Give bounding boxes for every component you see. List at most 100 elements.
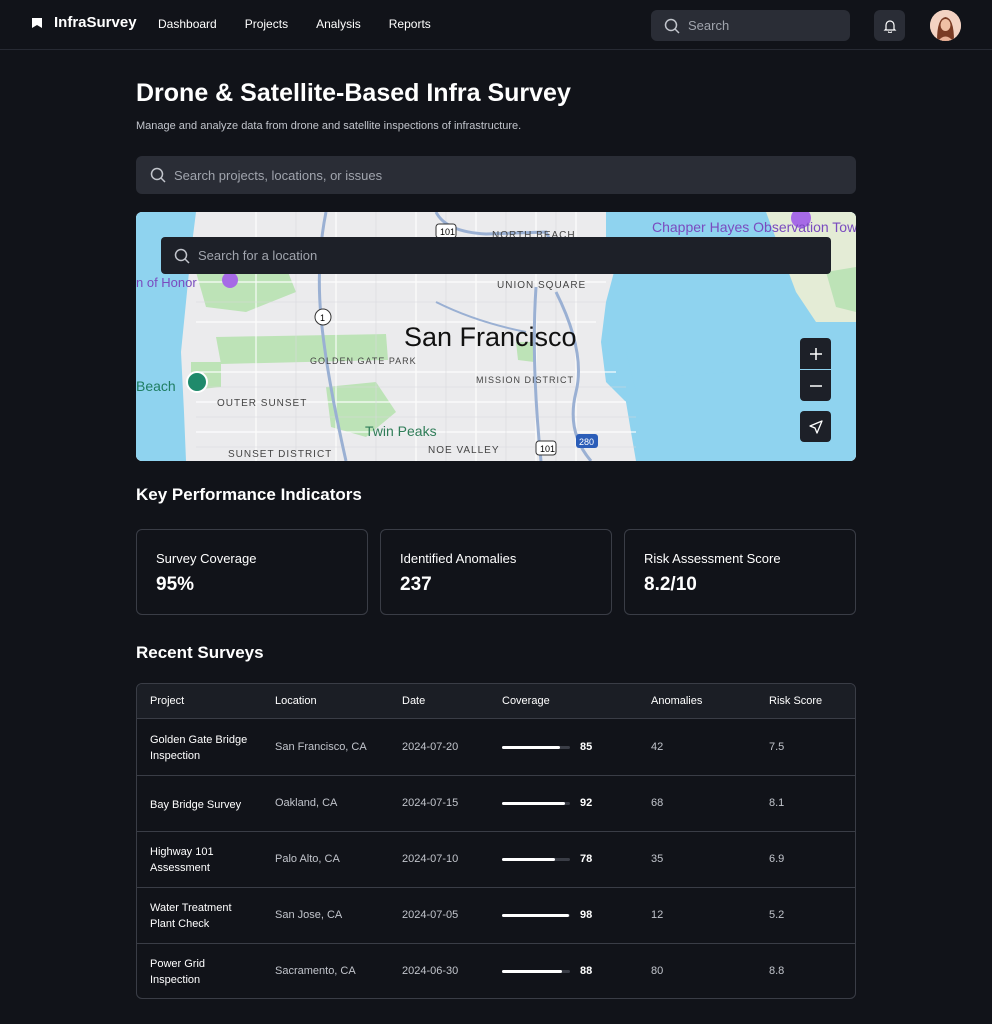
table-row[interactable]: Highway 101 Assessment Palo Alto, CA 202… <box>137 832 855 888</box>
table-row[interactable]: Water Treatment Plant Check San Jose, CA… <box>137 888 855 944</box>
column-header-risk-score[interactable]: Risk Score <box>769 695 822 707</box>
route-101-shield-south: 101 <box>540 444 555 454</box>
coverage-bar-fill <box>502 802 565 805</box>
project-search <box>136 156 856 194</box>
map-label-outer-sunset: OUTER SUNSET <box>217 398 307 409</box>
kpi-value: 95% <box>156 574 195 595</box>
column-header-project[interactable]: Project <box>150 695 184 707</box>
plus-icon <box>809 347 822 360</box>
map-label-noe-valley: NOE VALLEY <box>428 445 500 456</box>
cell-anomalies: 35 <box>651 853 664 865</box>
cell-coverage-value: 98 <box>580 909 593 921</box>
column-header-anomalies[interactable]: Anomalies <box>651 695 702 707</box>
project-search-input[interactable] <box>174 167 814 183</box>
locate-me-button[interactable] <box>800 411 831 442</box>
cell-risk-score: 5.2 <box>769 909 785 921</box>
map-label-union-square: UNION SQUARE <box>497 280 586 291</box>
table-row[interactable]: Power Grid Inspection Sacramento, CA 202… <box>137 944 855 998</box>
table-header: Project Location Date Coverage Anomalies… <box>137 684 855 719</box>
kpi-value: 237 <box>400 574 432 595</box>
cell-coverage-value: 85 <box>580 741 593 753</box>
route-280-shield: 280 <box>579 437 594 447</box>
cell-project: Highway 101 Assessment <box>150 846 214 874</box>
coverage-bar-fill <box>502 970 562 973</box>
brand-name: InfraSurvey <box>54 14 137 31</box>
map-location-search <box>161 237 831 274</box>
column-header-coverage[interactable]: Coverage <box>502 695 550 707</box>
page-subtitle: Manage and analyze data from drone and s… <box>136 120 522 132</box>
column-header-date[interactable]: Date <box>402 695 425 707</box>
cell-location: San Jose, CA <box>275 909 343 921</box>
nav-projects[interactable]: Projects <box>245 17 288 31</box>
kpi-label: Risk Assessment Score <box>644 551 781 566</box>
cell-anomalies: 42 <box>651 741 664 753</box>
cell-date: 2024-06-30 <box>402 965 459 977</box>
notifications-button[interactable] <box>874 10 905 41</box>
cell-date: 2024-07-20 <box>402 741 459 753</box>
cell-risk-score: 7.5 <box>769 741 785 753</box>
header-search <box>651 10 850 41</box>
coverage-bar-fill <box>502 914 569 917</box>
map-label-golden-gate-park: GOLDEN GATE PARK <box>310 356 417 366</box>
cell-date: 2024-07-15 <box>402 797 459 809</box>
nav-dashboard[interactable]: Dashboard <box>158 17 217 31</box>
search-icon <box>174 248 190 264</box>
map-label-city: San Francisco <box>404 322 577 352</box>
zoom-in-button[interactable] <box>800 338 831 369</box>
nav-analysis[interactable]: Analysis <box>316 17 361 31</box>
cell-coverage-value: 92 <box>580 797 593 809</box>
avatar-image <box>930 10 961 41</box>
map-label-sunset-district: SUNSET DISTRICT <box>228 449 332 460</box>
cell-risk-score: 8.1 <box>769 797 785 809</box>
cell-anomalies: 80 <box>651 965 664 977</box>
cell-project: Water Treatment Plant Check <box>150 902 232 930</box>
map-label-observation-tower: Chapper Hayes Observation Tower <box>652 219 856 235</box>
cell-location: Palo Alto, CA <box>275 853 340 865</box>
table-row[interactable]: Bay Bridge Survey Oakland, CA 2024-07-15… <box>137 776 855 832</box>
cell-date: 2024-07-05 <box>402 909 459 921</box>
coverage-bar <box>502 858 570 861</box>
kpi-card-risk-assessment-score: Risk Assessment Score 8.2/10 <box>624 529 856 615</box>
top-navigation-bar: InfraSurvey Dashboard Projects Analysis … <box>0 0 992 50</box>
header-search-input[interactable] <box>688 18 838 33</box>
column-header-location[interactable]: Location <box>275 695 317 707</box>
recent-surveys-title: Recent Surveys <box>136 643 264 662</box>
route-101-shield: 101 <box>440 227 455 237</box>
nav-reports[interactable]: Reports <box>389 17 431 31</box>
coverage-bar-fill <box>502 746 560 749</box>
kpi-section-title: Key Performance Indicators <box>136 485 362 504</box>
survey-map[interactable]: 101 1 101 280 NORTH BEACH UNION SQUARE S… <box>136 212 856 461</box>
table-row[interactable]: Golden Gate Bridge Inspection San Franci… <box>137 720 855 776</box>
cell-anomalies: 68 <box>651 797 664 809</box>
cell-project: Power Grid Inspection <box>150 958 206 986</box>
kpi-label: Identified Anomalies <box>400 551 517 566</box>
cell-date: 2024-07-10 <box>402 853 459 865</box>
map-label-beach: Beach <box>136 378 176 394</box>
navigation-arrow-icon <box>808 419 823 434</box>
search-icon <box>664 18 680 34</box>
kpi-card-survey-coverage: Survey Coverage 95% <box>136 529 368 615</box>
kpi-card-identified-anomalies: Identified Anomalies 237 <box>380 529 612 615</box>
cell-project: Golden Gate Bridge Inspection <box>150 734 248 762</box>
cell-coverage-value: 88 <box>580 965 593 977</box>
page-title: Drone & Satellite-Based Infra Survey <box>136 79 571 107</box>
coverage-bar <box>502 914 570 917</box>
kpi-label: Survey Coverage <box>156 551 257 566</box>
kpi-value: 8.2/10 <box>644 574 697 595</box>
coverage-bar-fill <box>502 858 556 861</box>
coverage-bar <box>502 970 570 973</box>
logo-icon <box>32 17 42 28</box>
minus-icon <box>809 384 822 387</box>
cell-risk-score: 8.8 <box>769 965 785 977</box>
recent-surveys-table: Project Location Date Coverage Anomalies… <box>136 683 856 999</box>
map-label-mission-district: MISSION DISTRICT <box>476 375 574 385</box>
route-1-shield: 1 <box>320 313 325 323</box>
bell-icon <box>883 19 896 33</box>
avatar[interactable] <box>930 10 961 41</box>
map-location-input[interactable] <box>198 248 798 263</box>
cell-location: Oakland, CA <box>275 797 338 809</box>
zoom-out-button[interactable] <box>800 370 831 401</box>
coverage-bar <box>502 746 570 749</box>
cell-risk-score: 6.9 <box>769 853 785 865</box>
logo[interactable]: InfraSurvey <box>30 14 137 31</box>
